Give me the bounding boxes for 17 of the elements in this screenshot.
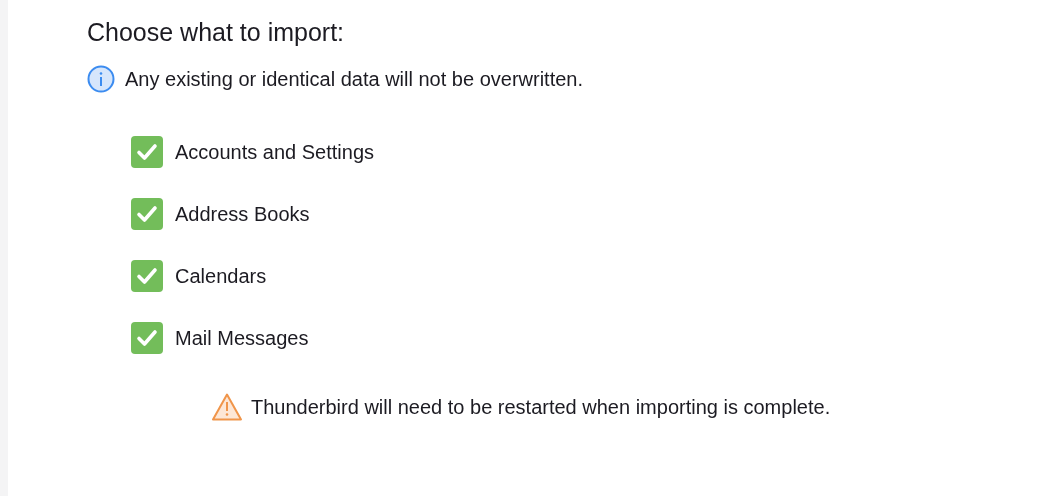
checkbox-label[interactable]: Mail Messages <box>175 323 309 353</box>
checkbox[interactable] <box>131 322 163 354</box>
checkbox[interactable] <box>131 260 163 292</box>
heading: Choose what to import: <box>87 17 346 48</box>
checkmark-icon <box>136 266 158 286</box>
checkbox[interactable] <box>131 198 163 230</box>
checkbox[interactable] <box>131 136 163 168</box>
checkbox-label[interactable]: Address Books <box>175 199 310 229</box>
warning-text: Thunderbird will need to be restarted when importing is complete. <box>251 395 831 420</box>
checkbox-label[interactable]: Accounts and Settings <box>175 137 374 167</box>
checkmark-icon <box>136 328 158 348</box>
info-icon <box>87 65 115 93</box>
info-text: Any existing or identical data will not be overwritten. <box>125 67 583 92</box>
checkmark-icon <box>136 142 158 162</box>
checkmark-icon <box>136 204 158 224</box>
checkbox-label[interactable]: Calendars <box>175 261 267 291</box>
warning-icon <box>211 392 243 422</box>
